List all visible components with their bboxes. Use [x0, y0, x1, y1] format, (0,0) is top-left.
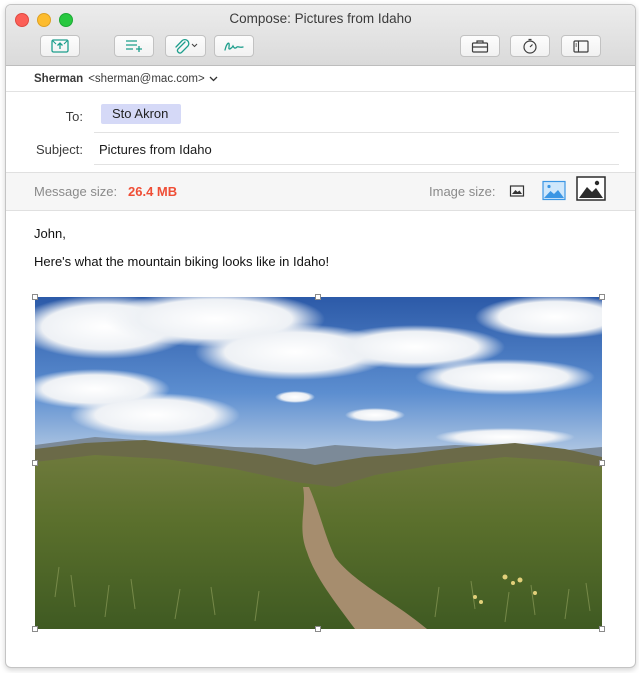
resize-handle-bottom-left[interactable]: [32, 626, 38, 632]
resize-handle-bottom-right[interactable]: [599, 626, 605, 632]
title-bar: Compose: Pictures from Idaho: [6, 5, 635, 66]
subject-label: Subject:: [36, 142, 83, 157]
compose-window: Compose: Pictures from Idaho Sherman <sh…: [5, 4, 636, 668]
message-size-label: Message size:: [34, 184, 118, 199]
to-label: To:: [65, 109, 83, 124]
attachment-button[interactable]: [165, 35, 206, 57]
attached-photo[interactable]: [35, 297, 602, 629]
format-text-icon: [126, 40, 142, 52]
photo-browser-icon: [471, 40, 489, 53]
resize-handle-right[interactable]: [599, 460, 605, 466]
resize-handle-bottom[interactable]: [315, 626, 321, 632]
message-greeting[interactable]: John,: [34, 226, 66, 241]
recipient-token[interactable]: Sto Akron: [101, 104, 182, 124]
send-icon: [51, 39, 69, 53]
resize-handle-top-left[interactable]: [32, 294, 38, 300]
image-medium-icon: [542, 180, 566, 201]
message-size-bar: Message size: 26.4 MB Image size:: [6, 172, 635, 211]
timer-button[interactable]: [510, 35, 550, 57]
image-small-icon: [509, 185, 525, 197]
attachment-icon: [174, 39, 197, 54]
subject-input[interactable]: Pictures from Idaho: [99, 142, 212, 157]
chevron-down-icon[interactable]: [209, 73, 218, 85]
sender-address: <sherman@mac.com>: [88, 72, 205, 85]
sidebar-button[interactable]: [561, 35, 601, 57]
send-button[interactable]: [40, 35, 80, 57]
resize-handle-top[interactable]: [315, 294, 321, 300]
from-row[interactable]: Sherman <sherman@mac.com>: [6, 66, 635, 92]
window-title: Compose: Pictures from Idaho: [229, 11, 412, 26]
sender-name: Sherman: [34, 72, 84, 85]
emoji-timer-icon: [523, 38, 537, 54]
photo-browser-button[interactable]: [460, 35, 500, 57]
signature-icon: [224, 42, 244, 51]
format-button[interactable]: [114, 35, 154, 57]
landscape-image: [35, 297, 602, 629]
sidebar-icon: [573, 39, 589, 53]
image-large-icon: [576, 176, 606, 201]
resize-handle-top-right[interactable]: [599, 294, 605, 300]
message-size-value: 26.4 MB: [128, 184, 178, 199]
signature-button[interactable]: [214, 35, 254, 57]
resize-handle-left[interactable]: [32, 460, 38, 466]
image-size-large-button[interactable]: [576, 176, 606, 206]
subject-divider: [94, 164, 619, 165]
image-size-small-button[interactable]: [509, 184, 525, 203]
image-size-medium-button[interactable]: [542, 180, 566, 206]
image-size-label: Image size:: [429, 184, 496, 199]
message-line[interactable]: Here's what the mountain biking looks li…: [34, 254, 329, 269]
